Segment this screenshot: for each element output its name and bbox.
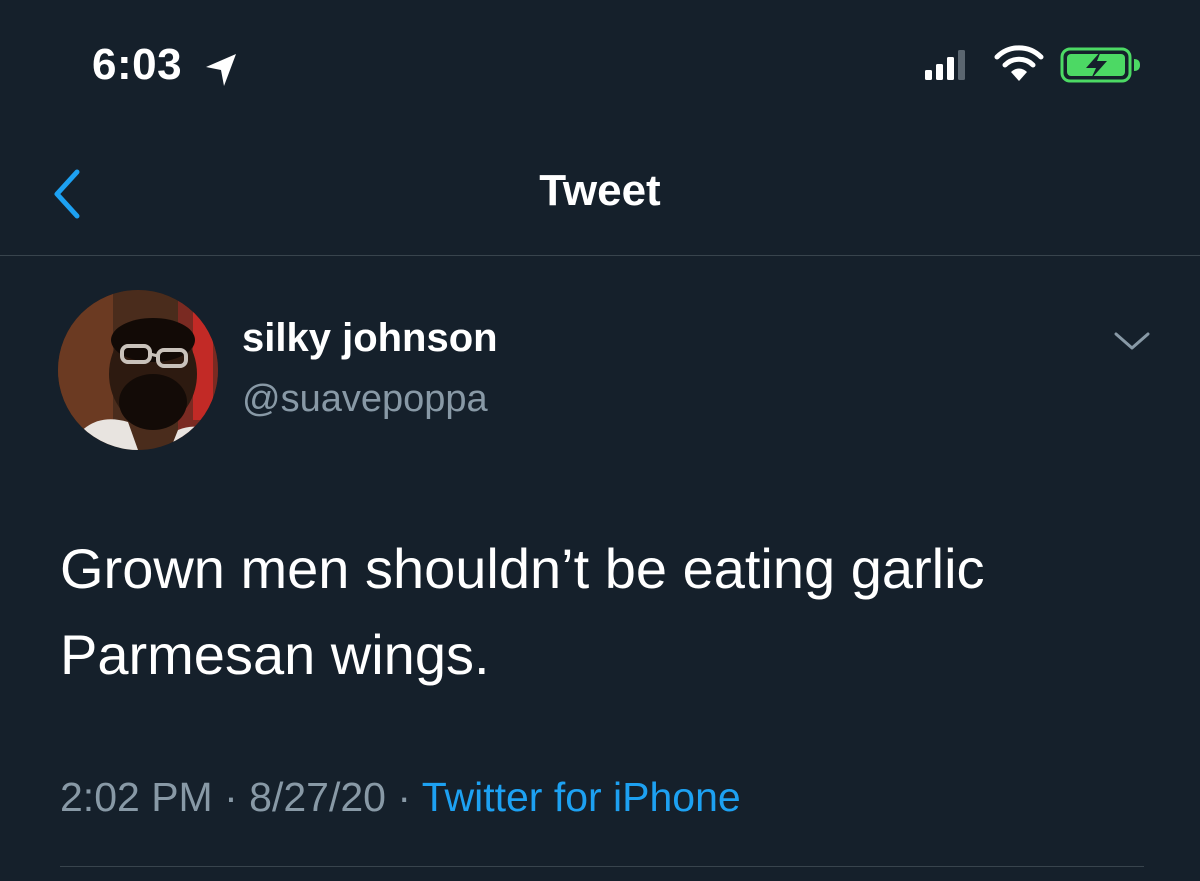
avatar[interactable]	[58, 290, 218, 450]
status-bar: 6:03	[0, 0, 1200, 130]
status-time: 6:03	[92, 40, 183, 89]
tweet-source-link[interactable]: Twitter for iPhone	[422, 774, 741, 820]
meta-separator: ·	[224, 774, 238, 820]
meta-separator: ·	[397, 774, 412, 820]
battery-charging-icon	[1060, 47, 1140, 83]
avatar-photo	[58, 290, 218, 450]
page-title: Tweet	[539, 166, 661, 215]
chevron-down-icon[interactable]	[1110, 326, 1154, 356]
tweet-time: 2:02 PM	[60, 774, 213, 820]
wifi-icon	[994, 45, 1044, 81]
tweet-text: Grown men shouldn’t be eating garlic Par…	[60, 537, 985, 686]
cellular-signal-icon	[925, 50, 965, 80]
tweet-metadata: 2:02 PM · 8/27/20 · Twitter for iPhone	[60, 774, 741, 821]
navigation-bar: Tweet	[0, 130, 1200, 256]
tweet-date: 8/27/20	[249, 774, 386, 820]
divider	[60, 866, 1144, 867]
location-arrow-icon	[206, 54, 236, 86]
user-handle[interactable]: @suavepoppa	[242, 378, 488, 421]
display-name[interactable]: silky johnson	[242, 316, 498, 361]
